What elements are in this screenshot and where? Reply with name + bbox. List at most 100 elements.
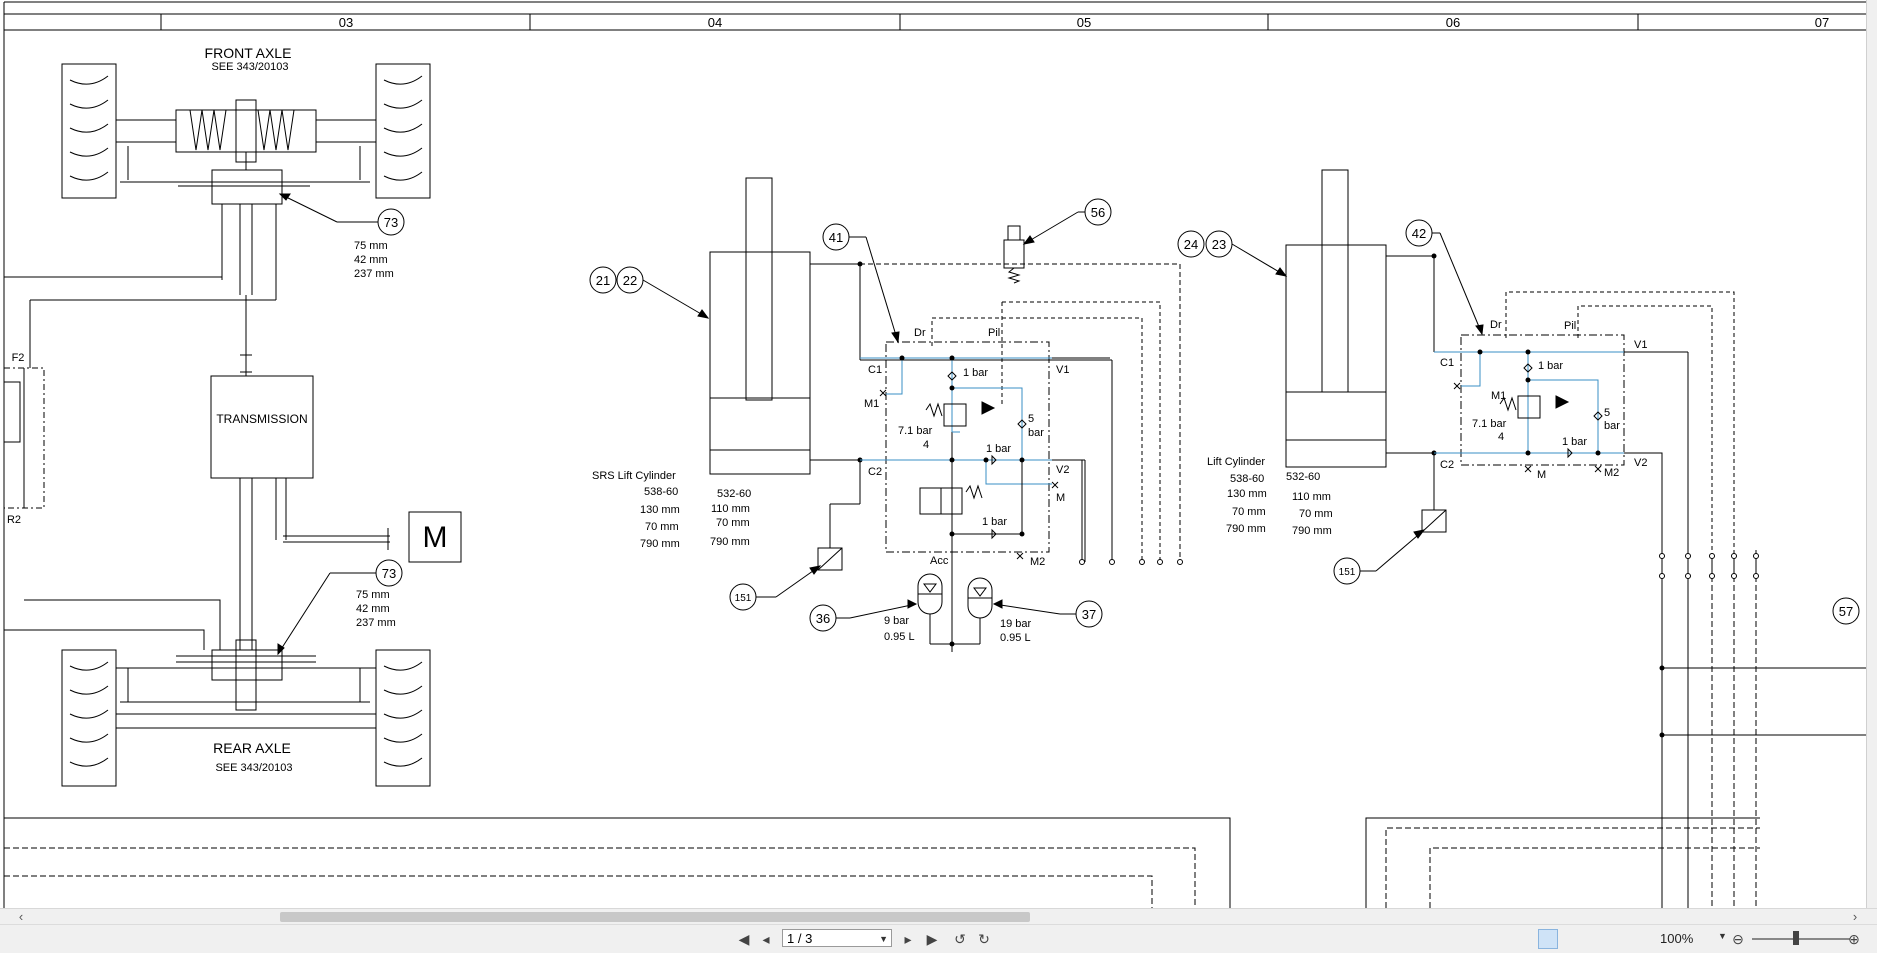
column-label: 03: [339, 15, 353, 30]
prev-page-icon[interactable]: ◂: [756, 929, 776, 949]
callout-number: 41: [829, 230, 843, 245]
callout-number: 23: [1212, 237, 1226, 252]
accumulator-spec: 19 bar: [1000, 618, 1032, 630]
srs-cylinder-title: SRS Lift Cylinder: [592, 470, 676, 482]
lift-cylinder-spec: 532-60: [1286, 471, 1320, 483]
page-number-input[interactable]: 1 / 3 ▼: [782, 929, 892, 947]
column-label: 05: [1077, 15, 1091, 30]
srs-cylinder-spec: 70 mm: [645, 521, 679, 533]
schematic-drawing: 03 04 05 06 07 FRONT AXLE SEE 343/20103 …: [3, 1, 1866, 908]
pdf-viewer: 03 04 05 06 07 FRONT AXLE SEE 343/20103 …: [0, 0, 1877, 953]
transmission-label: TRANSMISSION: [216, 412, 307, 426]
fuse-label-f2: F2: [12, 352, 25, 364]
valve-port-label: Pil: [988, 327, 1000, 339]
pressure-label: bar: [1028, 427, 1044, 439]
column-label: 04: [708, 15, 722, 30]
valve-port-label: Pil: [1564, 320, 1576, 332]
port-circles-2: [1659, 553, 1759, 579]
valve-port-label: M: [1537, 469, 1546, 481]
valve-port-label: Dr: [1490, 319, 1502, 331]
pressure-label: 1 bar: [1538, 360, 1563, 372]
fuse-label-r2: R2: [7, 514, 21, 526]
callout-number: 22: [623, 273, 637, 288]
last-page-icon[interactable]: ▶: [922, 929, 942, 949]
next-page-icon[interactable]: ▸: [898, 929, 918, 949]
srs-lift-cylinder: [709, 177, 1181, 571]
lift-cylinder-spec: 110 mm: [1292, 491, 1331, 503]
accumulator-spec: 9 bar: [884, 615, 909, 627]
callout-number: 73: [384, 215, 398, 230]
pressure-label: 7.1 bar: [1472, 418, 1507, 430]
scroll-right-icon[interactable]: ›: [1848, 910, 1862, 924]
motor-label: M: [423, 521, 448, 554]
pressure-label: 1 bar: [963, 367, 988, 379]
front-axle-ref: SEE 343/20103: [211, 61, 288, 73]
zoom-slider[interactable]: [1752, 938, 1850, 940]
first-page-icon[interactable]: ◀​: [734, 929, 754, 949]
srs-cylinder-spec: 790 mm: [710, 536, 750, 548]
scroll-left-icon[interactable]: ‹: [14, 910, 28, 924]
zoom-out-icon[interactable]: ⊖: [1728, 929, 1748, 949]
valve-port-label: C2: [868, 466, 882, 478]
valve-port-label: V1: [1056, 364, 1069, 376]
continuous-view-icon[interactable]: [1563, 929, 1583, 949]
column-label: 07: [1815, 15, 1829, 30]
column-label: 06: [1446, 15, 1460, 30]
transmission-box: [210, 375, 314, 479]
lift-cylinder: [1285, 169, 1689, 553]
zoom-level[interactable]: 100%: [1660, 931, 1693, 946]
valve-port-label: C1: [868, 364, 882, 376]
page-number-value: 1 / 3: [787, 931, 813, 946]
two-page-continuous-view-icon[interactable]: [1613, 929, 1633, 949]
valve-port-label: V2: [1056, 464, 1069, 476]
frame-lines: [4, 817, 1760, 908]
lift-cylinder-title: Lift Cylinder: [1207, 456, 1265, 468]
valve-port-label: Dr: [914, 327, 926, 339]
srs-cylinder-spec: 110 mm: [711, 503, 750, 515]
srs-cylinder-spec: 130 mm: [640, 504, 680, 516]
callout-number: 151: [735, 593, 752, 604]
vertical-scrollbar[interactable]: [1866, 0, 1877, 910]
valve-port-label: C2: [1440, 459, 1454, 471]
rear-axle-ref: SEE 343/20103: [215, 762, 292, 774]
valve-port-label: M1: [864, 398, 879, 410]
callout-number: 57: [1839, 604, 1853, 619]
pressure-label: 7.1 bar: [898, 425, 933, 437]
go-forward-icon[interactable]: ↻: [974, 929, 994, 949]
callout-number: 37: [1082, 607, 1096, 622]
pressure-label: 4: [1498, 431, 1504, 443]
callout-number: 151: [1339, 567, 1356, 578]
pressure-label: bar: [1604, 420, 1620, 432]
dim-text: 75 mm: [356, 589, 390, 601]
pressure-label: 1 bar: [986, 443, 1011, 455]
dim-text: 42 mm: [356, 603, 390, 615]
srs-cylinder-spec: 70 mm: [716, 517, 750, 529]
valve-port-label: C1: [1440, 357, 1454, 369]
horizontal-scrollbar[interactable]: ‹ ›: [0, 908, 1877, 925]
accumulator-spec: 0.95 L: [1000, 632, 1031, 644]
callout-number: 56: [1091, 205, 1105, 220]
transmission-assembly: [3, 276, 462, 650]
lift-cylinder-spec: 70 mm: [1299, 508, 1333, 520]
chevron-down-icon[interactable]: ▼: [879, 930, 888, 948]
two-page-view-icon[interactable]: [1588, 929, 1608, 949]
dim-text: 237 mm: [356, 617, 396, 629]
chevron-down-icon[interactable]: ▼: [1718, 931, 1727, 941]
pressure-label: 1 bar: [982, 516, 1007, 528]
srs-cylinder-spec: 790 mm: [640, 538, 680, 550]
valve-port-label: V1: [1634, 339, 1647, 351]
lift-cylinder-spec: 130 mm: [1227, 488, 1267, 500]
go-back-icon[interactable]: ↺: [950, 929, 970, 949]
single-page-view-icon[interactable]: [1538, 929, 1558, 949]
scroll-thumb[interactable]: [280, 912, 1030, 922]
pressure-label: 5: [1604, 407, 1610, 419]
valve-port-label: Acc: [930, 555, 949, 567]
callout-number: 21: [596, 273, 610, 288]
pressure-label: 1 bar: [1562, 436, 1587, 448]
bottom-toolbar: ◀​ ◂ 1 / 3 ▼ ▸ ▶ ↺ ↻ 100% ▼ ⊖ ⊕: [0, 924, 1877, 953]
valve-port-label: M2: [1030, 556, 1045, 568]
zoom-in-icon[interactable]: ⊕: [1844, 929, 1864, 949]
lift-cylinder-spec: 538-60: [1230, 473, 1264, 485]
lift-cylinder-spec: 790 mm: [1292, 525, 1332, 537]
zoom-slider-thumb[interactable]: [1793, 931, 1799, 945]
